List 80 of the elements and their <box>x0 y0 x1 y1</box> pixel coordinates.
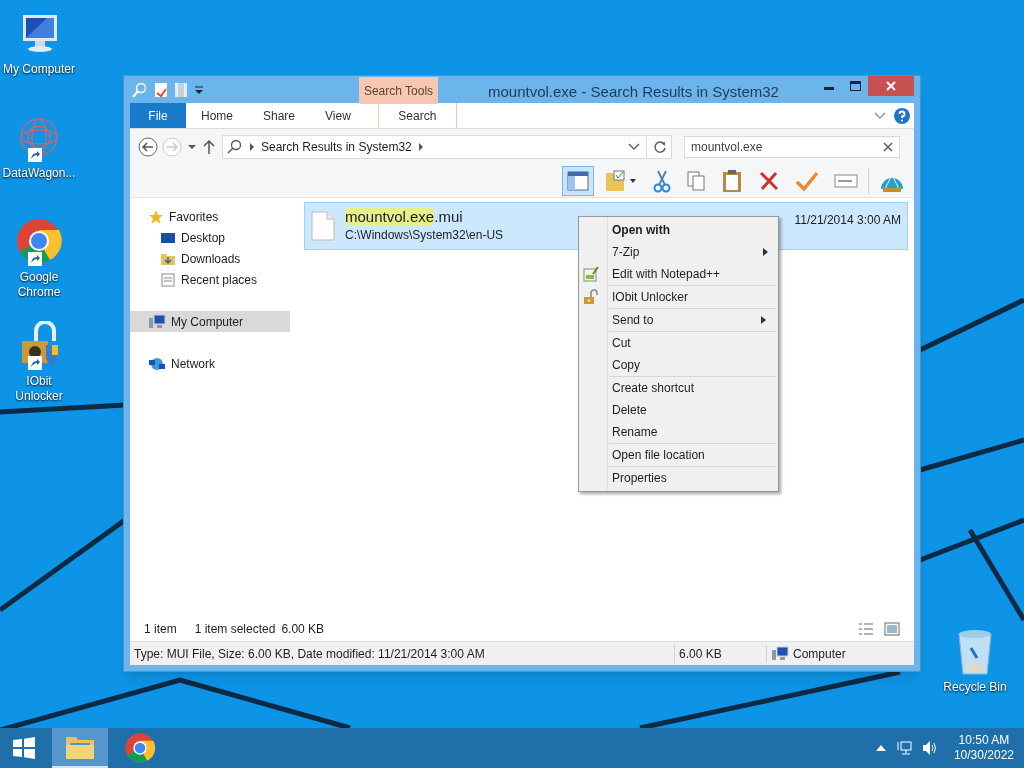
location: Computer <box>793 645 846 663</box>
menu-item[interactable]: Create shortcut <box>609 377 776 399</box>
file-size: 6.00 KB <box>674 644 766 663</box>
clear-icon[interactable] <box>883 142 893 152</box>
breadcrumb[interactable]: Search Results in System32 <box>261 138 412 156</box>
nav-item[interactable]: Desktop <box>130 227 290 248</box>
file-details: Type: MUI File, Size: 6.00 KB, Date modified: 11/21/2014 3:00 AM <box>133 645 486 663</box>
address-bar[interactable]: Search Results in System32 <box>222 135 672 159</box>
refresh-icon[interactable] <box>653 140 667 154</box>
date-modified: 11/21/2014 3:00 AM <box>794 212 901 229</box>
file-icon <box>311 211 335 241</box>
star-icon <box>148 208 164 225</box>
window-title: mountvol.exe - Search Results in System32 <box>488 82 779 102</box>
chevron-down-icon[interactable] <box>874 111 886 120</box>
windows-logo-icon <box>12 736 36 760</box>
menu-item[interactable]: Open file location <box>609 444 776 466</box>
notepad-icon <box>583 266 599 282</box>
search-icon <box>227 139 243 155</box>
file-name: mountvol.exe.mui <box>345 208 464 226</box>
up-arrow-icon[interactable] <box>202 139 216 155</box>
checkmark-icon <box>795 170 819 192</box>
menu-item[interactable]: Open with <box>579 219 778 241</box>
help-icon[interactable] <box>894 107 910 124</box>
close-button[interactable] <box>868 76 914 96</box>
computer-icon <box>771 645 789 662</box>
dropdown-icon[interactable] <box>628 143 640 151</box>
folder-check-icon <box>604 169 638 193</box>
nav-item[interactable]: Network <box>130 353 290 374</box>
preview-pane-icon <box>567 170 589 192</box>
nav-item[interactable]: Recent places <box>130 269 290 290</box>
rename-field-icon <box>834 172 858 190</box>
taskbar-app[interactable] <box>52 728 108 768</box>
nav-item[interactable]: My Computer <box>130 311 290 332</box>
file-path: C:\Windows\System32\en-US <box>345 227 504 244</box>
ribbon-tab[interactable]: File <box>130 103 186 128</box>
menu-item[interactable]: Rename <box>609 421 776 443</box>
clipboard-icon <box>721 169 743 193</box>
menu-item[interactable]: Edit with Notepad++ <box>579 263 778 285</box>
copy-icon <box>686 170 706 192</box>
back-icon[interactable] <box>138 137 158 157</box>
menu-item[interactable]: Delete <box>609 399 776 421</box>
chevron-up-icon[interactable] <box>875 745 886 751</box>
computer-icon <box>148 313 166 330</box>
ribbon-tab[interactable]: View <box>310 103 366 128</box>
ribbon-tab[interactable]: Search <box>377 103 457 128</box>
properties-icon[interactable] <box>154 81 168 98</box>
chrome-icon <box>15 217 63 265</box>
close-icon <box>886 81 896 91</box>
recent-places-icon <box>160 271 176 288</box>
clock[interactable]: 10:50 AM 10/30/2022 <box>953 733 1014 763</box>
ribbon-tab[interactable]: Home <box>186 103 248 128</box>
network-icon[interactable] <box>895 740 912 756</box>
nav-item[interactable]: Downloads <box>130 248 290 269</box>
item-count: 1 item <box>144 621 177 638</box>
menu-item[interactable]: 7-Zip <box>579 241 778 263</box>
padlock-icon <box>583 289 599 305</box>
toolbar-button[interactable] <box>562 166 594 196</box>
dropdown-icon[interactable] <box>194 83 204 96</box>
menu-item[interactable]: IObit Unlocker <box>609 286 776 308</box>
breadcrumb-arrow-icon[interactable] <box>249 143 255 151</box>
network-icon <box>148 355 166 372</box>
selection-size: 6.00 KB <box>281 621 325 638</box>
speaker-icon[interactable] <box>921 740 938 756</box>
search-field[interactable]: mountvol.exe <box>684 136 900 158</box>
chrome-icon <box>124 732 156 764</box>
delete-x-icon <box>758 170 780 192</box>
ribbon-tab[interactable]: Share <box>248 103 311 128</box>
minimize-icon <box>824 87 834 90</box>
menu-item[interactable]: Send to <box>609 309 776 331</box>
breadcrumb-arrow-icon[interactable] <box>417 143 424 151</box>
maximize-icon <box>849 81 861 91</box>
contextual-tab-group: Search Tools <box>363 81 434 100</box>
nav-item[interactable]: Favorites <box>130 206 290 227</box>
menu-item[interactable]: Cut <box>609 332 776 354</box>
dropdown-icon[interactable] <box>186 142 198 152</box>
recycle-bin-icon <box>955 628 995 676</box>
scissors-icon <box>653 169 671 193</box>
selection-info: 1 item selected <box>194 621 276 638</box>
menu-item[interactable]: Copy <box>609 354 776 376</box>
menu-item[interactable]: Properties <box>609 467 776 489</box>
